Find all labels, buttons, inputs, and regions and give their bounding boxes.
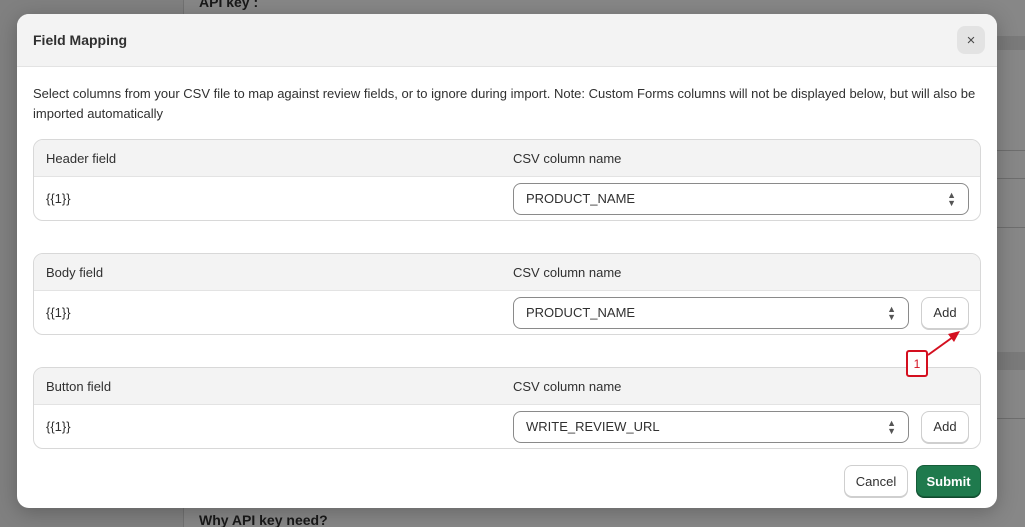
annotation-arrow bbox=[927, 331, 960, 356]
annotation-arrow-line bbox=[927, 336, 954, 356]
annotation-marker: 1 bbox=[906, 350, 928, 377]
